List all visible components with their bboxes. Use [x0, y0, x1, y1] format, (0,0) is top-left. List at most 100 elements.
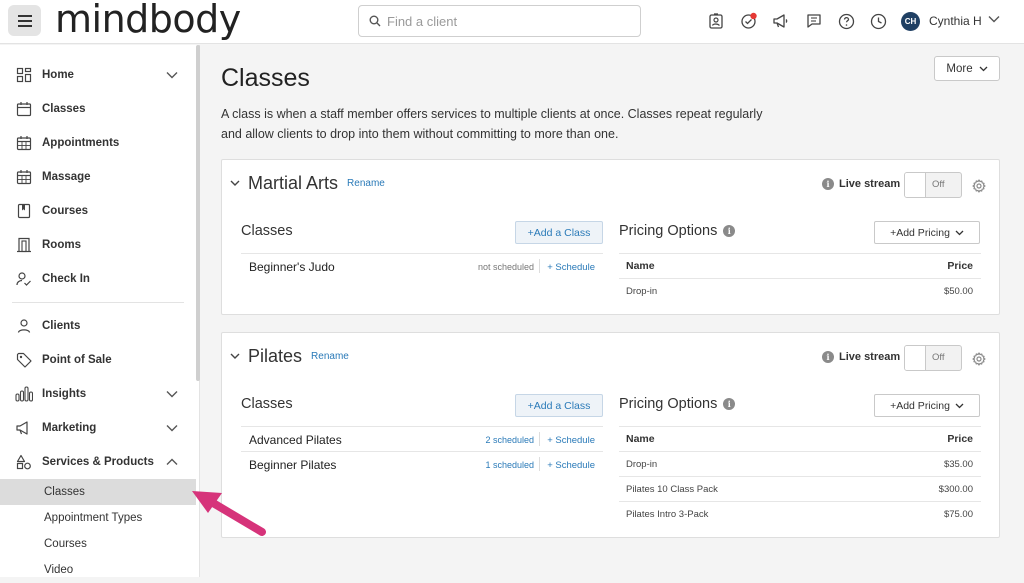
add-class-button[interactable]: +Add a Class [515, 221, 603, 244]
chevron-down-icon[interactable] [988, 15, 1000, 23]
chevron-down-icon[interactable] [230, 353, 240, 360]
sidebar-item-home[interactable]: Home [0, 59, 196, 91]
pricing-section-title: Pricing Options i [619, 396, 736, 412]
sidebar-item-label: Home [42, 69, 74, 81]
toggle-label: Off [932, 352, 945, 363]
sidebar-item-services-products[interactable]: Services & Products [0, 446, 196, 478]
class-name[interactable]: Advanced Pilates [249, 433, 342, 447]
divider [539, 457, 540, 471]
class-row[interactable]: Beginner's Judo not scheduled + Schedule [241, 253, 603, 278]
live-stream-label: i Live stream [822, 351, 900, 363]
sidebar-item-courses[interactable]: Courses [0, 195, 196, 227]
class-name[interactable]: Beginner Pilates [249, 458, 336, 472]
megaphone-icon[interactable] [771, 11, 791, 31]
sidebar-divider [12, 302, 184, 303]
info-icon[interactable]: i [723, 225, 736, 237]
table-header: Name Price [619, 426, 981, 451]
sidebar-item-rooms[interactable]: Rooms [0, 229, 196, 261]
sidebar-subitem-video[interactable]: Video [0, 557, 196, 583]
sidebar-item-label: Classes [42, 103, 86, 115]
sidebar-item-point-of-sale[interactable]: Point of Sale [0, 344, 196, 376]
mindbody-logo[interactable]: mindbody [55, 0, 241, 41]
sidebar-subitem-courses[interactable]: Courses [0, 531, 196, 557]
class-status: not scheduled [477, 262, 534, 272]
info-icon[interactable]: i [822, 351, 834, 363]
add-class-button[interactable]: +Add a Class [515, 394, 603, 417]
clock-icon[interactable] [868, 11, 888, 31]
class-row[interactable]: Advanced Pilates 2 scheduled + Schedule [241, 426, 603, 451]
class-row[interactable]: Beginner Pilates 1 scheduled + Schedule [241, 451, 603, 476]
class-status[interactable]: 1 scheduled [485, 460, 534, 470]
sidebar-item-marketing[interactable]: Marketing [0, 412, 196, 444]
chevron-down-icon[interactable] [166, 390, 178, 398]
add-pricing-button[interactable]: +Add Pricing [874, 394, 980, 417]
table-row[interactable]: Drop-in $35.00 [619, 451, 981, 476]
classes-section-title: Classes [241, 396, 293, 412]
table-row[interactable]: Drop-in $50.00 [619, 278, 981, 303]
sidebar-subitem-classes[interactable]: Classes [0, 479, 196, 505]
sidebar-item-appointments[interactable]: Appointments [0, 127, 196, 159]
menu-button[interactable] [8, 5, 41, 36]
schedule-link[interactable]: + Schedule [547, 262, 595, 273]
sidebar-item-massage[interactable]: Massage [0, 161, 196, 193]
contact-card-icon[interactable] [706, 11, 726, 31]
sidebar-item-label: Point of Sale [42, 354, 112, 366]
chevron-down-icon[interactable] [230, 180, 240, 187]
chevron-down-icon[interactable] [166, 424, 178, 432]
more-button[interactable]: More [934, 56, 1000, 81]
door-icon [15, 236, 33, 254]
info-icon[interactable]: i [822, 178, 834, 190]
rename-link[interactable]: Rename [311, 351, 349, 362]
bookmark-icon [15, 202, 33, 220]
category-header: Pilates Rename [230, 346, 349, 367]
sidebar-item-label: Insights [42, 388, 87, 400]
sidebar-subitem-label: Video [44, 564, 74, 576]
sidebar-subitem-label: Courses [44, 538, 87, 550]
sidebar-item-classes[interactable]: Classes [0, 93, 196, 125]
sidebar-subitem-appointment-types[interactable]: Appointment Types [0, 505, 196, 531]
gear-icon[interactable] [972, 179, 986, 193]
sidebar-item-clients[interactable]: Clients [0, 310, 196, 342]
annotation-arrow-icon [192, 491, 266, 536]
info-icon[interactable]: i [723, 398, 736, 410]
table-row[interactable]: Pilates 10 Class Pack $300.00 [619, 476, 981, 501]
tasks-check-icon[interactable] [739, 11, 759, 31]
chevron-up-icon[interactable] [166, 458, 178, 466]
rename-link[interactable]: Rename [347, 178, 385, 189]
class-status[interactable]: 2 scheduled [485, 435, 534, 445]
sidebar-scrollbar[interactable] [196, 45, 200, 381]
sidebar-item-check-in[interactable]: Check In [0, 263, 196, 295]
toggle-knob [905, 346, 926, 370]
live-stream-toggle[interactable]: Off [904, 345, 962, 371]
help-icon[interactable] [836, 11, 856, 31]
client-search[interactable] [358, 5, 641, 37]
sidebar-item-label: Marketing [42, 422, 97, 434]
gear-icon[interactable] [972, 352, 986, 366]
divider [539, 259, 540, 273]
chevron-down-icon [955, 230, 964, 235]
table-row[interactable]: Pilates Intro 3-Pack $75.00 [619, 501, 981, 526]
chevron-down-icon[interactable] [166, 71, 178, 79]
megaphone-icon [15, 419, 33, 437]
page-description: A class is when a staff member offers se… [221, 107, 763, 141]
hamburger-icon [17, 14, 32, 27]
messages-icon[interactable] [804, 11, 824, 31]
avatar[interactable]: CH [901, 12, 920, 31]
live-stream-toggle[interactable]: Off [904, 172, 962, 198]
category-title: Martial Arts [248, 173, 339, 193]
sidebar-item-label: Check In [42, 273, 90, 285]
schedule-link[interactable]: + Schedule [547, 460, 595, 471]
user-name[interactable]: Cynthia H [929, 14, 982, 28]
main-content: Classes More A class is when a staff mem… [201, 45, 1024, 577]
pricing-table: Name Price Drop-in $50.00 [619, 253, 981, 303]
calendar-grid-icon [15, 168, 33, 186]
schedule-link[interactable]: + Schedule [547, 435, 595, 446]
dashboard-icon [15, 66, 33, 84]
sidebar-subitem-label: Appointment Types [44, 512, 143, 524]
sidebar-item-insights[interactable]: Insights [0, 378, 196, 410]
search-input[interactable] [387, 13, 627, 29]
shapes-icon [15, 453, 33, 471]
add-pricing-button[interactable]: +Add Pricing [874, 221, 980, 244]
class-name[interactable]: Beginner's Judo [249, 260, 335, 274]
pricing-section-title: Pricing Options i [619, 223, 736, 239]
